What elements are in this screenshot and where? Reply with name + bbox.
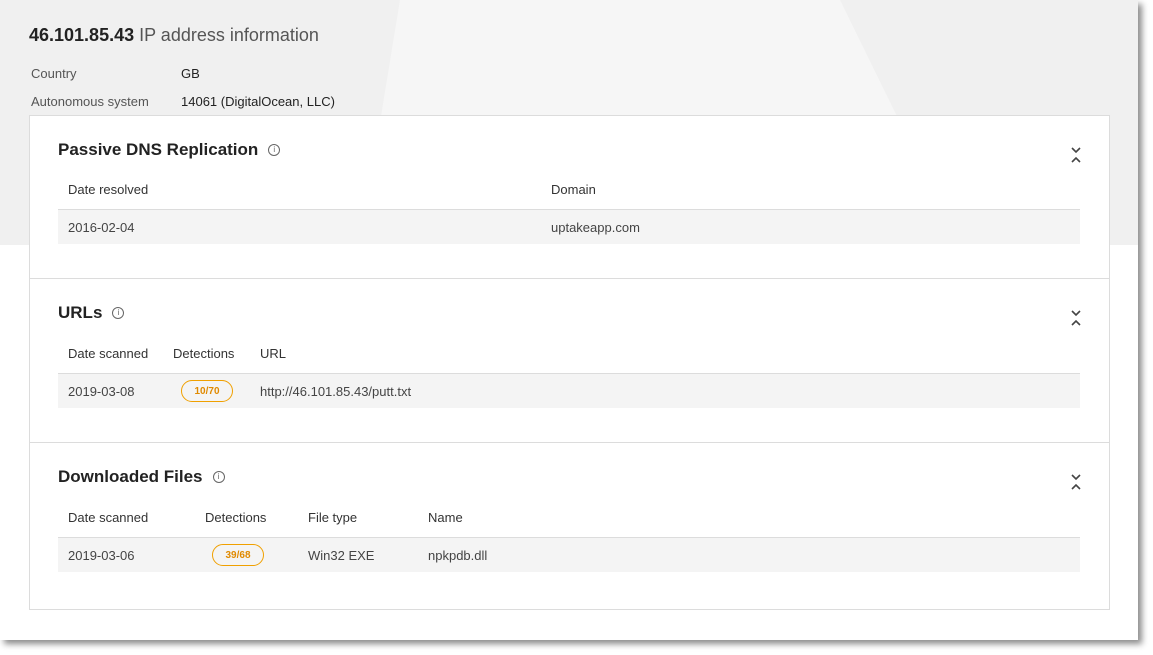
column-header-url[interactable]: URL	[260, 346, 286, 361]
details-panel: Passive DNS Replication i Date resolved …	[29, 115, 1110, 610]
column-header-file-type[interactable]: File type	[308, 510, 357, 525]
urls-section: URLs i Date scanned Detections URL 2019-…	[30, 278, 1109, 443]
url-link[interactable]: http://46.101.85.43/putt.txt	[260, 384, 411, 399]
country-row: Country GB	[31, 66, 200, 81]
column-header-detections[interactable]: Detections	[173, 346, 234, 361]
autonomous-system-row: Autonomous system 14061 (DigitalOcean, L…	[31, 94, 335, 109]
file-name-link[interactable]: npkpdb.dll	[428, 548, 487, 563]
column-header-date-scanned[interactable]: Date scanned	[68, 510, 148, 525]
downloaded-files-title-text: Downloaded Files	[58, 467, 203, 486]
urls-table: Date scanned Detections URL 2019-03-08 1…	[58, 339, 1080, 408]
page-title: 46.101.85.43 IP address information	[29, 25, 319, 46]
column-header-detections[interactable]: Detections	[205, 510, 266, 525]
date-resolved-cell: 2016-02-04	[68, 220, 135, 235]
column-header-name[interactable]: Name	[428, 510, 463, 525]
country-value: GB	[181, 66, 200, 81]
collapse-chevrons-icon[interactable]	[1069, 472, 1083, 492]
date-scanned-cell: 2019-03-06	[68, 548, 135, 563]
window-frame: 46.101.85.43 IP address information Coun…	[0, 0, 1138, 640]
passive-dns-table: Date resolved Domain 2016-02-04 uptakeap…	[58, 175, 1080, 244]
table-header: Date scanned Detections File type Name	[58, 503, 1080, 538]
info-circle-icon[interactable]: i	[268, 144, 281, 156]
page-title-suffix: IP address information	[139, 25, 319, 45]
column-header-date-scanned[interactable]: Date scanned	[68, 346, 148, 361]
table-row: 2019-03-08 10/70 http://46.101.85.43/put…	[58, 374, 1080, 408]
table-header: Date scanned Detections URL	[58, 339, 1080, 374]
date-scanned-cell: 2019-03-08	[68, 384, 135, 399]
collapse-chevrons-icon[interactable]	[1069, 145, 1083, 165]
autonomous-system-label: Autonomous system	[31, 94, 149, 109]
domain-link[interactable]: uptakeapp.com	[551, 220, 640, 235]
downloaded-files-title: Downloaded Files i	[58, 467, 225, 487]
info-circle-icon[interactable]: i	[112, 307, 125, 319]
downloaded-files-table: Date scanned Detections File type Name 2…	[58, 503, 1080, 572]
detections-badge[interactable]: 39/68	[212, 544, 264, 566]
passive-dns-title: Passive DNS Replication i	[58, 140, 281, 160]
passive-dns-title-text: Passive DNS Replication	[58, 140, 259, 159]
table-row: 2019-03-06 39/68 Win32 EXE npkpdb.dll	[58, 538, 1080, 572]
urls-title: URLs i	[58, 303, 125, 323]
table-row: 2016-02-04 uptakeapp.com	[58, 210, 1080, 244]
collapse-chevrons-icon[interactable]	[1069, 308, 1083, 328]
detections-badge[interactable]: 10/70	[181, 380, 233, 402]
urls-title-text: URLs	[58, 303, 103, 322]
table-header: Date resolved Domain	[58, 175, 1080, 210]
file-type-cell: Win32 EXE	[308, 548, 375, 563]
downloaded-files-section: Downloaded Files i Date scanned Detectio…	[30, 442, 1109, 609]
passive-dns-section: Passive DNS Replication i Date resolved …	[30, 116, 1109, 278]
column-header-domain[interactable]: Domain	[551, 182, 596, 197]
column-header-date-resolved[interactable]: Date resolved	[68, 182, 148, 197]
autonomous-system-value[interactable]: 14061 (DigitalOcean, LLC)	[181, 94, 335, 109]
info-circle-icon[interactable]: i	[212, 471, 225, 483]
country-label: Country	[31, 66, 77, 81]
ip-address[interactable]: 46.101.85.43	[29, 25, 134, 45]
